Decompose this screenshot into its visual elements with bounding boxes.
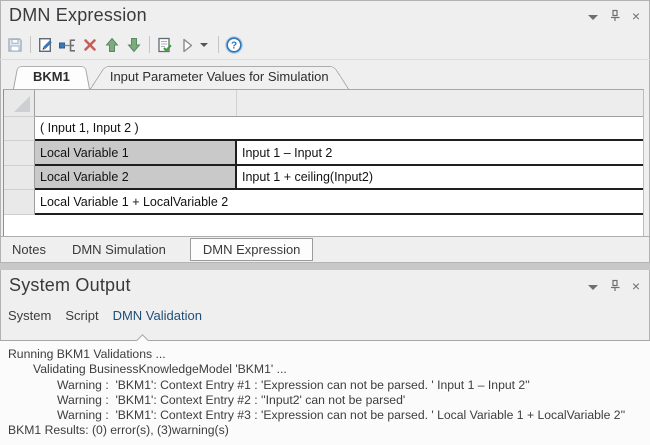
app-window: DMN Expression × (0, 0, 650, 445)
grid-corner-triangle-icon (14, 96, 30, 112)
move-down-arrow-icon (125, 36, 143, 54)
grid-corner-cell[interactable] (4, 90, 35, 117)
insert-entry-button[interactable] (57, 34, 79, 56)
close-icon[interactable]: × (632, 280, 640, 292)
panel-splitter[interactable] (0, 262, 650, 270)
expression-grid: ( Input 1, Input 2 ) Local Variable 1 In… (3, 89, 644, 236)
edit-expression-button[interactable] (35, 34, 57, 56)
save-icon (6, 36, 24, 54)
delete-entry-button[interactable] (79, 34, 101, 56)
grid-row-header[interactable] (4, 117, 35, 141)
result-cell[interactable]: Local Variable 1 + LocalVariable 2 (35, 190, 643, 213)
close-icon[interactable]: × (632, 10, 640, 22)
parameters-row[interactable]: ( Input 1, Input 2 ) (35, 117, 643, 141)
tab-dmn-validation[interactable]: DMN Validation (113, 308, 202, 323)
panel-menu-chevron-down-icon[interactable] (588, 15, 598, 20)
help-icon: ? (224, 35, 244, 55)
output-line: Warning : 'BKM1': Context Entry #1 : 'Ex… (57, 378, 650, 393)
dmn-panel-titlebar: DMN Expression × (0, 0, 650, 30)
output-line: Validating BusinessKnowledgeModel 'BKM1'… (33, 362, 650, 377)
grid-row-header[interactable] (4, 190, 35, 215)
tab-script[interactable]: Script (65, 308, 98, 323)
dmn-toolbar: ? (0, 30, 650, 59)
context-entry-row[interactable]: Local Variable 1 Input 1 – Input 2 (35, 141, 643, 166)
validation-output-area: Running BKM1 Validations ... Validating … (0, 340, 650, 445)
move-up-button[interactable] (101, 34, 123, 56)
validate-icon (156, 36, 174, 54)
output-line: Warning : 'BKM1': Context Entry #2 : ''I… (57, 393, 650, 408)
tab-system[interactable]: System (8, 308, 51, 323)
entry-value-cell[interactable]: Input 1 – Input 2 (237, 141, 643, 164)
entry-value-cell[interactable]: Input 1 + ceiling(Input2) (237, 166, 643, 188)
move-up-arrow-icon (103, 36, 121, 54)
toolbar-separator (149, 36, 150, 53)
tab-dmn-expression[interactable]: DMN Expression (190, 238, 314, 261)
grid-header-name-cell[interactable] (35, 90, 237, 116)
tab-bkm1[interactable]: BKM1 (13, 63, 90, 89)
delete-icon (81, 36, 99, 54)
grid-row-header-filler (4, 215, 35, 236)
context-entry-row[interactable]: Local Variable 2 Input 1 + ceiling(Input… (35, 166, 643, 190)
system-output-titlebar: System Output × (0, 270, 650, 300)
toolbar-separator (218, 36, 219, 53)
svg-text:?: ? (231, 40, 237, 51)
entry-name-cell[interactable]: Local Variable 2 (35, 166, 237, 188)
dmn-panel-title: DMN Expression (9, 5, 147, 26)
insert-entry-icon (58, 36, 78, 54)
grid-row-header[interactable] (4, 141, 35, 166)
grid-header-row (35, 90, 643, 117)
tab-notes[interactable]: Notes (10, 242, 48, 257)
output-line: Running BKM1 Validations ... (8, 347, 650, 362)
move-down-button[interactable] (123, 34, 145, 56)
save-button[interactable] (4, 34, 26, 56)
result-row[interactable]: Local Variable 1 + LocalVariable 2 (35, 190, 643, 215)
tab-input-parameter-values[interactable]: Input Parameter Values for Simulation (90, 63, 349, 89)
output-line: Warning : 'BKM1': Context Entry #3 : 'Ex… (57, 408, 650, 423)
run-simulation-button[interactable] (176, 34, 198, 56)
system-output-title: System Output (9, 275, 131, 296)
parameters-cell[interactable]: ( Input 1, Input 2 ) (35, 117, 643, 139)
grid-row-header-column (4, 90, 35, 236)
tab-dmn-simulation[interactable]: DMN Simulation (70, 242, 168, 257)
output-line: BKM1 Results: (0) error(s), (3)warning(s… (8, 423, 650, 438)
system-output-tabbar: System Script DMN Validation ◀ ▶ (0, 300, 650, 340)
grid-row-header[interactable] (4, 166, 35, 190)
edit-expression-icon (37, 36, 55, 54)
toolbar-separator (30, 36, 31, 53)
dmn-tabstrip: BKM1 Input Parameter Values for Simulati… (0, 59, 650, 89)
validate-button[interactable] (154, 34, 176, 56)
pin-icon[interactable] (609, 279, 621, 292)
grid-header-value-cell[interactable] (237, 90, 643, 116)
run-dropdown-chevron-icon[interactable] (200, 43, 208, 47)
entry-name-cell[interactable]: Local Variable 1 (35, 141, 237, 164)
dmn-bottom-tabbar: Notes DMN Simulation DMN Expression (0, 236, 650, 262)
pin-icon[interactable] (609, 9, 621, 22)
run-play-icon (178, 36, 196, 54)
help-button[interactable]: ? (223, 34, 245, 56)
panel-menu-chevron-down-icon[interactable] (588, 285, 598, 290)
